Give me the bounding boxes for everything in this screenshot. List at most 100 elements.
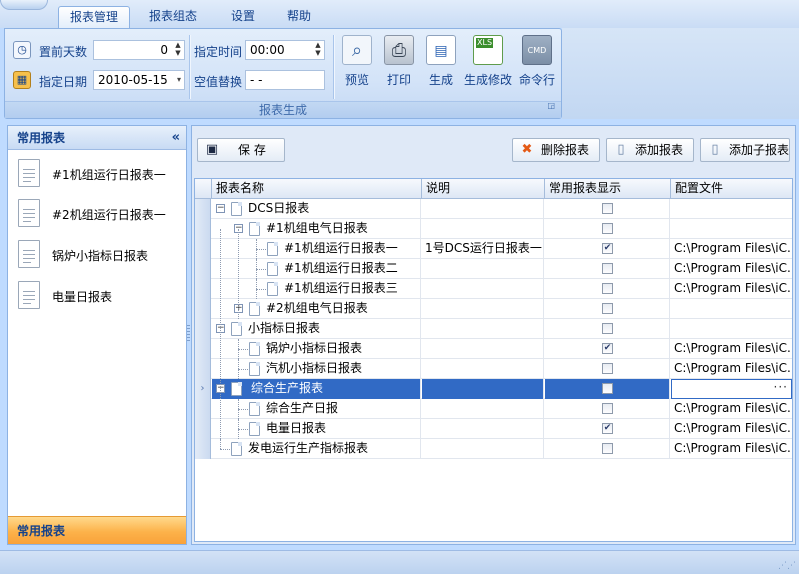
time-spinner-input[interactable]: 00:00 ▲ ▼ <box>245 40 325 60</box>
row-indicator[interactable] <box>195 299 211 319</box>
row-indicator[interactable] <box>195 439 211 459</box>
cell-config-file[interactable]: C:\Program Files\iC... <box>671 279 792 299</box>
table-row[interactable]: 电量日报表 ✔ C:\Program Files\iC... <box>195 419 792 439</box>
tab-help[interactable]: 帮助 <box>276 6 322 28</box>
cell-description[interactable] <box>422 399 544 419</box>
days-spinner-arrows[interactable]: ▲ ▼ <box>172 41 184 59</box>
favorite-checkbox[interactable] <box>602 263 613 274</box>
cell-config-file[interactable]: C:\Program Files\iC... <box>671 359 792 379</box>
collapse-node-icon[interactable]: − <box>216 204 225 213</box>
cell-description[interactable] <box>422 279 544 299</box>
resize-grip-icon[interactable]: ⋰⋰ <box>778 561 796 571</box>
cell-description[interactable] <box>422 359 544 379</box>
cell-description[interactable] <box>422 419 544 439</box>
table-row[interactable]: 发电运行生产指标报表 C:\Program Files\iC... <box>195 439 792 459</box>
cell-config-file[interactable] <box>671 299 792 319</box>
splitter-handle[interactable] <box>187 325 190 343</box>
cell-config-file[interactable] <box>671 219 792 239</box>
table-row[interactable]: − DCS日报表 <box>195 199 792 219</box>
cell-description[interactable]: 1号DCS运行日报表一 <box>422 239 544 259</box>
favorite-checkbox[interactable] <box>602 443 613 454</box>
add-child-report-button[interactable]: ▯ 添加子报表 <box>700 138 790 162</box>
table-row[interactable]: #1机组运行日报表三 C:\Program Files\iC... <box>195 279 792 299</box>
row-indicator[interactable] <box>195 419 211 439</box>
favorite-checkbox-checked[interactable]: ✔ <box>602 243 613 254</box>
table-row[interactable]: 汽机小指标日报表 C:\Program Files\iC... <box>195 359 792 379</box>
column-header-description[interactable]: 说明 <box>422 179 545 199</box>
cell-config-file[interactable]: C:\Program Files\iC... <box>671 339 792 359</box>
favorite-checkbox-checked[interactable]: ✔ <box>602 423 613 434</box>
cell-report-name[interactable]: #1机组运行日报表一 <box>212 239 421 259</box>
row-indicator[interactable] <box>195 219 211 239</box>
favorites-footer-tab[interactable]: 常用报表 <box>8 516 186 544</box>
cell-description[interactable] <box>422 259 544 279</box>
command-line-button[interactable]: CMD 命令行 <box>517 35 557 95</box>
cell-report-name[interactable]: #1机组运行日报表三 <box>212 279 421 299</box>
cell-report-name[interactable]: − #1机组电气日报表 <box>212 219 421 239</box>
column-header-favorite[interactable]: 常用报表显示 <box>545 179 671 199</box>
save-button[interactable]: ▣ 保 存 <box>197 138 285 162</box>
row-indicator[interactable] <box>195 319 211 339</box>
browse-ellipsis-button[interactable]: ··· <box>774 380 788 397</box>
favorite-checkbox[interactable] <box>602 223 613 234</box>
table-row[interactable]: #1机组运行日报表二 C:\Program Files\iC... <box>195 259 792 279</box>
cell-description[interactable] <box>422 199 544 219</box>
row-indicator[interactable] <box>195 279 211 299</box>
table-row[interactable]: − 小指标日报表 <box>195 319 792 339</box>
cell-report-name[interactable]: 发电运行生产指标报表 <box>212 439 421 459</box>
cell-config-file[interactable]: C:\Program Files\iC... <box>671 439 792 459</box>
time-spinner-arrows[interactable]: ▲ ▼ <box>312 41 324 59</box>
null-replace-input[interactable]: - - <box>245 70 325 90</box>
cell-config-file[interactable]: C:\Program Files\iC... <box>671 239 792 259</box>
application-orb-button[interactable] <box>0 0 48 10</box>
cell-config-file[interactable]: C:\Program Files\iC... <box>671 259 792 279</box>
column-header-config-file[interactable]: 配置文件 <box>671 179 792 199</box>
table-row[interactable]: + #2机组电气日报表 <box>195 299 792 319</box>
cell-description[interactable] <box>422 219 544 239</box>
row-indicator-current[interactable]: › <box>195 379 211 399</box>
row-indicator[interactable] <box>195 399 211 419</box>
tab-report-config[interactable]: 报表组态 <box>138 6 208 28</box>
cell-report-name[interactable]: 电量日报表 <box>212 419 421 439</box>
cell-report-name[interactable]: 汽机小指标日报表 <box>212 359 421 379</box>
cell-config-file[interactable] <box>671 199 792 219</box>
date-picker-input[interactable]: 2010-05-15 ▾ <box>93 70 185 90</box>
cell-report-name[interactable]: − DCS日报表 <box>212 199 421 219</box>
dialog-launcher-icon[interactable]: ◲ <box>547 97 555 114</box>
table-row[interactable]: 综合生产日报 C:\Program Files\iC... <box>195 399 792 419</box>
cell-report-name[interactable]: − 小指标日报表 <box>212 319 421 339</box>
cell-report-name[interactable]: 综合生产日报 <box>212 399 421 419</box>
favorite-checkbox[interactable] <box>602 363 613 374</box>
table-row[interactable]: #1机组运行日报表一 1号DCS运行日报表一 ✔ C:\Program Files\i… <box>195 239 792 259</box>
row-indicator[interactable] <box>195 199 211 219</box>
cell-description[interactable] <box>422 319 544 339</box>
row-indicator[interactable] <box>195 259 211 279</box>
cell-description[interactable] <box>422 439 544 459</box>
cell-config-file[interactable] <box>671 319 792 339</box>
cell-description[interactable] <box>422 339 544 359</box>
chevron-down-icon[interactable]: ▾ <box>177 71 181 89</box>
collapse-icon[interactable]: « <box>172 126 180 150</box>
favorite-checkbox[interactable] <box>602 383 613 394</box>
cell-config-file[interactable]: C:\Program Files\iC... <box>671 399 792 419</box>
favorite-checkbox[interactable] <box>602 323 613 334</box>
print-button[interactable]: ⎙ 打印 <box>379 35 419 95</box>
favorite-checkbox[interactable] <box>602 303 613 314</box>
cell-report-name[interactable]: #1机组运行日报表二 <box>212 259 421 279</box>
table-row[interactable]: › − 综合生产报表 ··· <box>195 379 792 399</box>
preview-button[interactable]: ⌕ 预览 <box>337 35 377 95</box>
row-indicator[interactable] <box>195 339 211 359</box>
favorite-checkbox[interactable] <box>602 283 613 294</box>
table-row[interactable]: 锅炉小指标日报表 ✔ C:\Program Files\iC... <box>195 339 792 359</box>
cell-description[interactable] <box>422 379 544 399</box>
days-spinner-input[interactable]: 0 ▲ ▼ <box>93 40 185 60</box>
tab-report-management[interactable]: 报表管理 <box>58 6 130 28</box>
cell-report-name[interactable]: 锅炉小指标日报表 <box>212 339 421 359</box>
row-indicator[interactable] <box>195 239 211 259</box>
tab-settings[interactable]: 设置 <box>220 6 266 28</box>
delete-report-button[interactable]: ✖ 删除报表 <box>512 138 600 162</box>
add-report-button[interactable]: ▯ 添加报表 <box>606 138 694 162</box>
favorite-checkbox[interactable] <box>602 203 613 214</box>
generate-button[interactable]: ▤ 生成 <box>421 35 461 95</box>
cell-description[interactable] <box>422 299 544 319</box>
